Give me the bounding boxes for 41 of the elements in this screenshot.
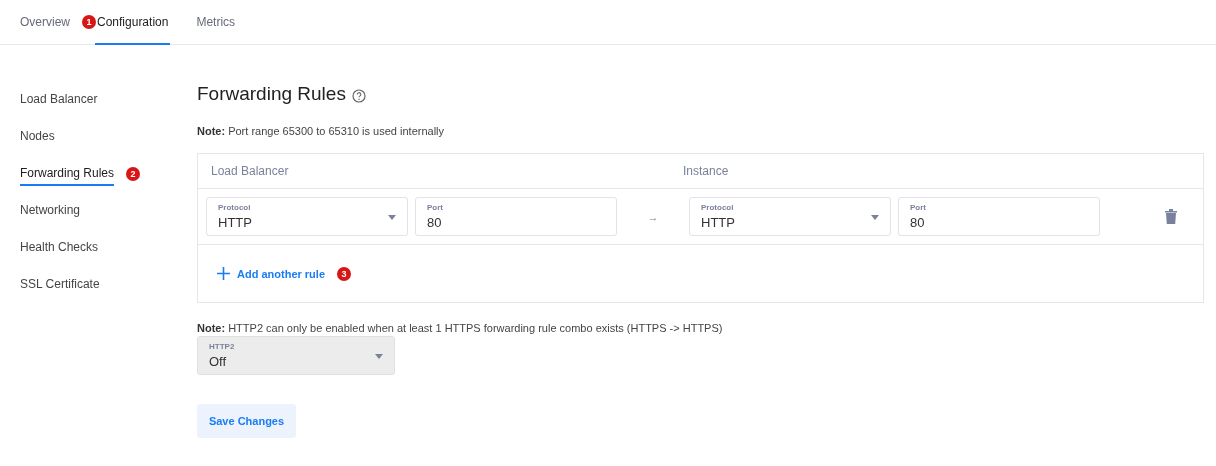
select-field[interactable]: Protocol HTTP [689, 197, 891, 236]
sidebar-item[interactable]: Forwarding Rules [20, 161, 115, 186]
plus-icon [217, 267, 230, 280]
input-field[interactable]: Port 80 [415, 197, 617, 236]
input-field[interactable]: Port 80 [898, 197, 1100, 236]
field-value: HTTP [701, 215, 735, 230]
note-text: Note: HTTP2 can only be enabled when at least 1 HTTPS forwarding rule combo exists (HTTPS -> HTTPS) [197, 322, 724, 334]
note-text: Note: Port range 65300 to 65310 is used internally [197, 125, 446, 137]
sidebar-item[interactable]: Networking [20, 198, 81, 223]
field-label: Protocol [701, 203, 735, 212]
page-title: Forwarding Rules [197, 83, 346, 105]
save-button[interactable]: Save Changes [197, 404, 296, 438]
column-header: Instance [683, 164, 729, 178]
dropdown-caret-icon [871, 215, 879, 220]
dropdown-caret-icon [375, 354, 383, 359]
field-label: Port [910, 203, 927, 212]
add-rule-button[interactable]: Add another rule [217, 267, 325, 280]
field-value: Off [209, 354, 227, 369]
sidebar-item[interactable]: Health Checks [20, 235, 99, 260]
sidebar-item[interactable]: Nodes [20, 124, 55, 149]
field-value: 80 [910, 215, 925, 230]
arrow-icon: → [624, 210, 682, 223]
annotation-badge: 3 [337, 266, 351, 281]
sidebar-item[interactable]: SSL Certificate [20, 272, 100, 297]
field-value: 80 [427, 215, 442, 230]
sidebar-item[interactable]: Load Balancer [20, 87, 98, 112]
trash-icon [1165, 209, 1177, 224]
field-label: Port [427, 203, 444, 212]
delete-button[interactable] [1163, 207, 1179, 226]
tab[interactable]: Overview [20, 0, 70, 45]
tab[interactable]: Metrics [196, 0, 236, 45]
select-field[interactable]: Protocol HTTP [206, 197, 408, 236]
field-label: Protocol [218, 203, 252, 212]
help-icon [351, 88, 366, 103]
annotation-badge: 2 [126, 166, 141, 181]
column-header: Load Balancer [210, 164, 290, 178]
field-label: HTTP2 [209, 342, 236, 351]
field-value: HTTP [218, 215, 252, 230]
tab[interactable]: Configuration [95, 0, 171, 45]
annotation-badge: 1 [82, 15, 96, 29]
dropdown-caret-icon [388, 215, 396, 220]
